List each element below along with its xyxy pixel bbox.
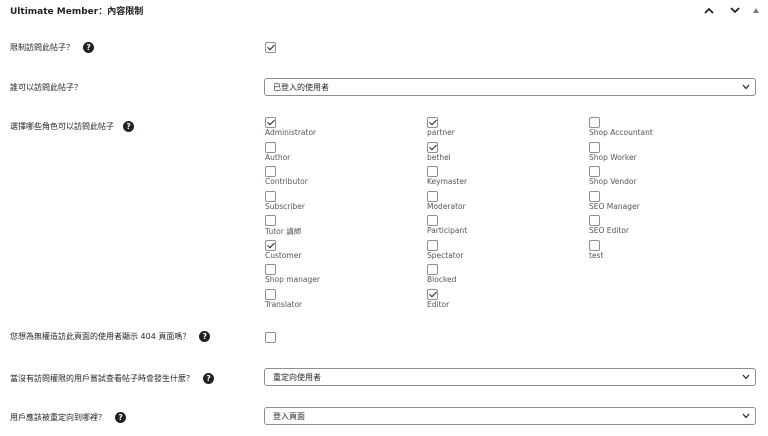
chevron-down-icon [730,6,740,13]
collapse-toggle-button[interactable] [748,1,764,19]
role-label: Contributor [265,177,308,186]
role-label: bethel [427,152,451,162]
role-label: Shop Worker [589,152,637,162]
role-checkbox[interactable] [427,239,438,251]
help-icon[interactable]: ? [83,42,94,53]
show-404-label-text: 您想為無權造訪此頁面的使用者顯示 404 頁面嗎？ [10,332,191,341]
role-label: Shop Accountant [589,128,653,137]
role-label: Administrator [265,128,317,137]
role-checkbox[interactable] [265,141,276,153]
no-access-action-value: 重定向使用者 [273,373,321,382]
role-label: Customer [265,250,302,260]
redirect-where-value: 登入頁面 [273,412,305,421]
who-can-access-value: 已登入的使用者 [273,83,329,92]
restrict-access-label: 限制訪問此帖子？ ? [10,42,94,53]
move-up-button[interactable] [696,1,722,19]
metabox-controls [696,1,764,19]
role-checkbox[interactable] [427,166,438,177]
role-label: Author [265,152,291,162]
role-checkbox[interactable] [265,166,276,177]
role-checkbox[interactable] [265,239,276,251]
role-checkbox[interactable] [265,288,276,300]
move-down-button[interactable] [722,1,748,19]
role-label: Moderator [427,201,466,211]
redirect-where-label: 用戶應該被重定向到哪裡？ ? [10,412,126,423]
help-icon[interactable]: ? [203,373,214,384]
chevron-down-icon [742,374,750,380]
who-can-access-select[interactable]: 已登入的使用者 [264,78,756,96]
show-404-checkbox[interactable] [265,332,276,343]
role-checkbox[interactable] [427,190,438,202]
role-checkbox[interactable] [265,264,276,275]
role-label: Subscriber [265,201,305,211]
role-label: Shop manager [265,275,320,284]
show-404-label: 您想為無權造訪此頁面的使用者顯示 404 頁面嗎？ ? [10,331,211,342]
restrict-access-label-text: 限制訪問此帖子？ [10,43,74,52]
role-checkbox[interactable] [265,117,276,128]
role-label: partner [427,128,455,137]
role-checkbox[interactable] [427,141,438,153]
roles-label: 選擇哪些角色可以訪問此帖子 ? [10,121,134,132]
role-label: Tutor 講師 [265,227,302,236]
no-access-action-label: 當沒有訪問權限的用戶嘗試查看帖子時會發生什麼？ ? [10,373,214,384]
role-checkbox[interactable] [589,190,600,202]
role-label: Shop Vendor [589,177,637,186]
role-checkbox[interactable] [265,215,276,226]
role-label: Participant [427,226,468,235]
role-label: Editor [427,299,450,309]
metabox-title: Ultimate Member：內容限制 [10,7,144,17]
who-can-access-label: 誰可以訪問此帖子？ [10,82,82,93]
role-label: Keymaster [427,177,468,186]
no-access-action-label-text: 當沒有訪問權限的用戶嘗試查看帖子時會發生什麼？ [10,374,194,383]
role-label: SEO Manager [589,201,640,211]
role-checkbox[interactable] [427,288,438,300]
role-checkbox[interactable] [427,117,438,128]
role-label: Translator [265,299,303,309]
no-access-action-select[interactable]: 重定向使用者 [264,368,756,386]
chevron-up-icon [704,7,714,14]
restrict-access-checkbox[interactable] [265,42,276,53]
chevron-down-icon [742,413,750,419]
redirect-where-select[interactable]: 登入頁面 [264,407,756,425]
roles-label-text: 選擇哪些角色可以訪問此帖子 [10,122,114,131]
role-checkbox[interactable] [427,215,438,226]
role-checkbox[interactable] [265,190,276,202]
chevron-down-icon [742,84,750,90]
help-icon[interactable]: ? [115,412,126,423]
role-checkbox[interactable] [589,166,600,177]
help-icon[interactable]: ? [123,121,134,132]
role-label: Spectator [427,250,464,260]
role-label: SEO Editor [589,226,629,235]
role-checkbox[interactable] [589,239,600,251]
help-icon[interactable]: ? [199,331,211,342]
role-label: test [589,250,604,260]
role-checkbox[interactable] [427,264,438,275]
who-can-access-label-text: 誰可以訪問此帖子？ [10,83,82,92]
role-checkbox[interactable] [589,141,600,153]
role-label: Blocked [427,275,457,284]
role-checkbox[interactable] [589,215,600,226]
metabox-header: Ultimate Member：內容限制 [0,0,768,20]
role-checkbox[interactable] [589,117,600,128]
redirect-where-label-text: 用戶應該被重定向到哪裡？ [10,413,106,422]
triangle-up-icon [753,7,759,13]
